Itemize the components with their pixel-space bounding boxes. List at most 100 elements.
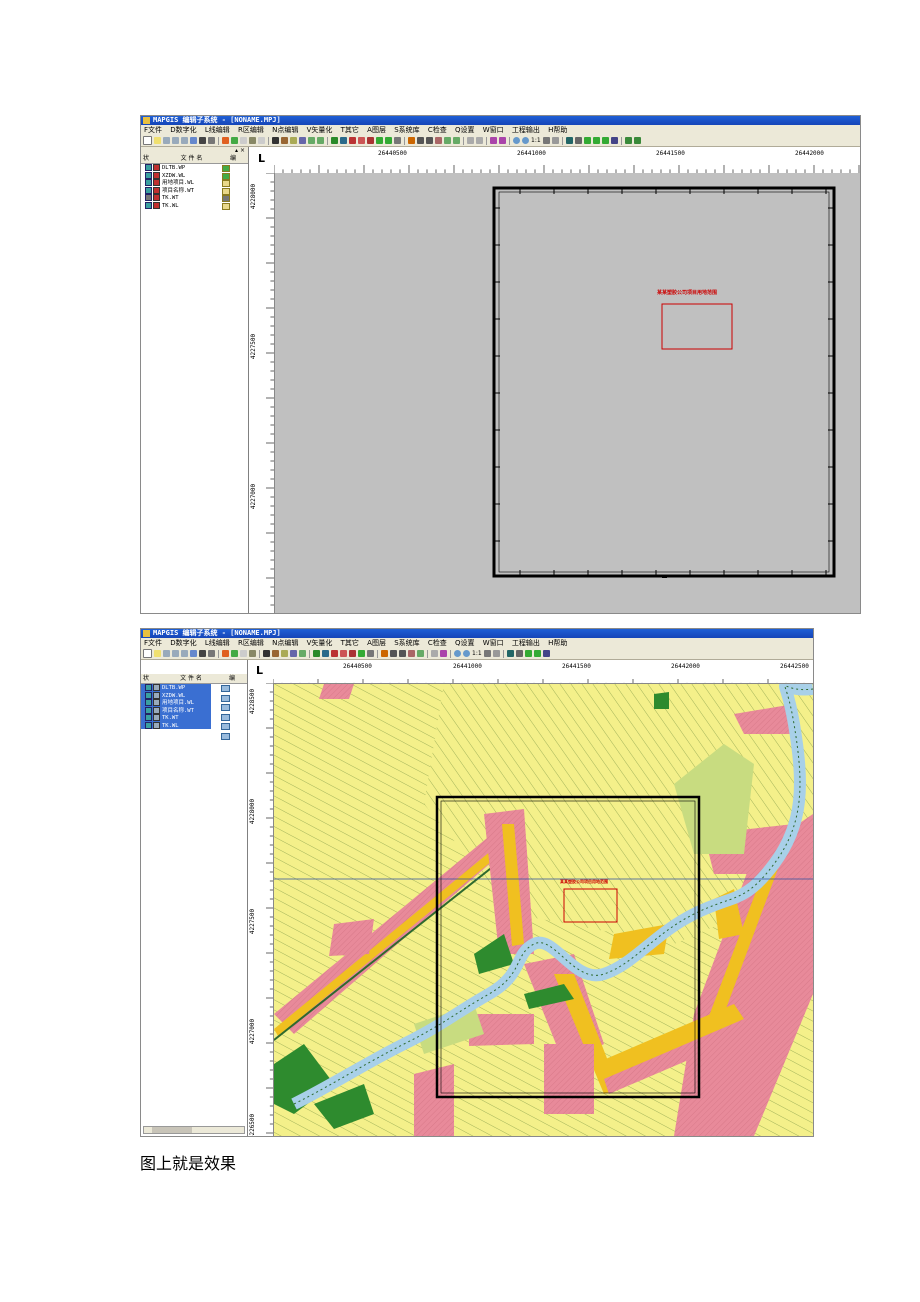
menu-file[interactable]: F文件 [144, 639, 162, 647]
menu-line-edit[interactable]: L线编辑 [205, 639, 230, 647]
attribute-icon[interactable] [453, 137, 460, 144]
check-edit-icon[interactable] [317, 137, 324, 144]
layer-row[interactable]: 项目名称.WT [141, 186, 248, 195]
layer-row[interactable]: TK.WL [141, 201, 248, 210]
col-state-header[interactable]: 状 [141, 154, 153, 163]
menu-vectorize[interactable]: V矢量化 [307, 639, 333, 647]
region-icon[interactable] [290, 650, 297, 657]
map-canvas[interactable]: 某某塑胶公司项目用地范围 [275, 173, 860, 613]
edit-state-icon[interactable] [221, 694, 230, 702]
window-zoom-icon[interactable] [574, 137, 582, 144]
pencil-icon[interactable] [381, 650, 388, 657]
vertex-icon[interactable] [390, 650, 397, 657]
arrow-down-icon[interactable] [633, 137, 641, 144]
undo-icon[interactable] [190, 137, 197, 144]
save-icon[interactable] [163, 650, 170, 657]
open-folder-icon[interactable] [154, 650, 161, 657]
pattern-icon[interactable] [499, 137, 506, 144]
menu-system-lib[interactable]: S系统库 [394, 639, 419, 647]
layer-row[interactable]: DLTB.WP [141, 684, 211, 692]
menu-settings[interactable]: Q设置 [455, 126, 475, 134]
menu-other[interactable]: T其它 [341, 639, 359, 647]
check-icon[interactable] [308, 137, 315, 144]
print-icon[interactable] [208, 137, 215, 144]
edit-state-icon[interactable] [221, 723, 230, 730]
new-file-icon[interactable] [143, 649, 152, 658]
layer-row[interactable]: 项目名称.WT [141, 706, 211, 714]
green-fill-icon[interactable] [358, 650, 365, 657]
menu-project-output[interactable]: 工程输出 [512, 126, 540, 134]
menu-line-edit[interactable]: L线编辑 [205, 126, 230, 134]
col-edit-header[interactable]: 编 [229, 674, 247, 683]
menu-window[interactable]: W窗口 [483, 639, 504, 647]
window-zoom-icon[interactable] [515, 650, 523, 657]
arrow-up-icon[interactable] [624, 137, 632, 144]
new-file-icon[interactable] [143, 136, 152, 145]
menu-digitize[interactable]: D数字化 [170, 639, 196, 647]
layer-row[interactable]: DLTB.WP [141, 164, 248, 172]
delete-icon[interactable] [367, 137, 374, 144]
menu-region-edit[interactable]: R区编辑 [238, 639, 264, 647]
help-pointer-icon[interactable] [199, 137, 206, 144]
edit-layer-icon[interactable] [601, 137, 609, 144]
node-move-icon[interactable] [399, 650, 406, 657]
refresh-icon[interactable] [542, 137, 550, 144]
save-as-icon[interactable] [181, 650, 188, 657]
magic-wand-icon[interactable] [281, 137, 288, 144]
col-name-header[interactable]: 文 件 名 [153, 154, 230, 163]
full-view-icon[interactable] [565, 137, 573, 144]
layer-row[interactable]: XZDW.WL [141, 691, 211, 699]
menu-vectorize[interactable]: V矢量化 [307, 126, 333, 134]
node-move-icon[interactable] [426, 137, 433, 144]
merge-icon[interactable] [349, 137, 356, 144]
book-icon[interactable] [542, 650, 550, 657]
layer-green-icon[interactable] [313, 650, 320, 657]
edit-state-icon[interactable] [221, 704, 230, 711]
zoom-in-icon[interactable] [454, 650, 461, 657]
menu-check[interactable]: C检查 [428, 126, 447, 134]
grid-icon[interactable] [249, 650, 256, 657]
merge-icon[interactable] [331, 650, 338, 657]
zoom-out-icon[interactable] [522, 137, 529, 144]
join-icon[interactable] [444, 137, 451, 144]
layer-row[interactable]: 用地项目.WL [141, 699, 211, 707]
select-arrow-icon[interactable] [272, 137, 279, 144]
table-grid-icon[interactable] [476, 137, 483, 144]
menu-window[interactable]: W窗口 [483, 126, 504, 134]
book-icon[interactable] [610, 137, 618, 144]
pen-tool-icon[interactable] [222, 137, 229, 144]
split-icon[interactable] [322, 650, 329, 657]
menu-point-edit[interactable]: N点编辑 [272, 639, 298, 647]
region-icon[interactable] [299, 137, 306, 144]
cut-icon[interactable] [435, 137, 442, 144]
edit-state-icon[interactable] [221, 685, 230, 692]
menu-region-edit[interactable]: R区编辑 [238, 126, 264, 134]
menu-settings[interactable]: Q设置 [455, 639, 475, 647]
undo-icon[interactable] [190, 650, 197, 657]
full-view-icon[interactable] [506, 650, 514, 657]
join-icon[interactable] [417, 650, 424, 657]
zoom-out-icon[interactable] [463, 650, 470, 657]
symbol-icon[interactable] [490, 137, 497, 144]
chart-icon[interactable] [258, 137, 265, 144]
grid-icon[interactable] [249, 137, 256, 144]
globe-icon[interactable] [524, 650, 532, 657]
layer-row[interactable]: XZDW.WL [141, 171, 248, 180]
symbol-icon[interactable] [440, 650, 447, 657]
copy-layer-icon[interactable] [281, 650, 288, 657]
region-fill-icon[interactable] [385, 137, 392, 144]
green-fill-icon[interactable] [376, 137, 383, 144]
copy-layer-icon[interactable] [290, 137, 297, 144]
measure-icon[interactable] [240, 650, 247, 657]
menu-other[interactable]: T其它 [341, 126, 359, 134]
layer-row[interactable]: TK.WT [141, 714, 211, 722]
line-tool-icon[interactable] [231, 650, 238, 657]
layer-row[interactable]: 用地项目.WL [141, 179, 248, 187]
save-icon[interactable] [163, 137, 170, 144]
pan-hand-icon[interactable] [492, 650, 500, 657]
zoom-ratio[interactable]: 1:1 [472, 650, 482, 657]
select-arrow-icon[interactable] [263, 650, 270, 657]
map-canvas[interactable]: 某某塑胶公司项目用地范围 [274, 684, 813, 1136]
refresh-icon[interactable] [483, 650, 491, 657]
vertex-icon[interactable] [417, 137, 424, 144]
